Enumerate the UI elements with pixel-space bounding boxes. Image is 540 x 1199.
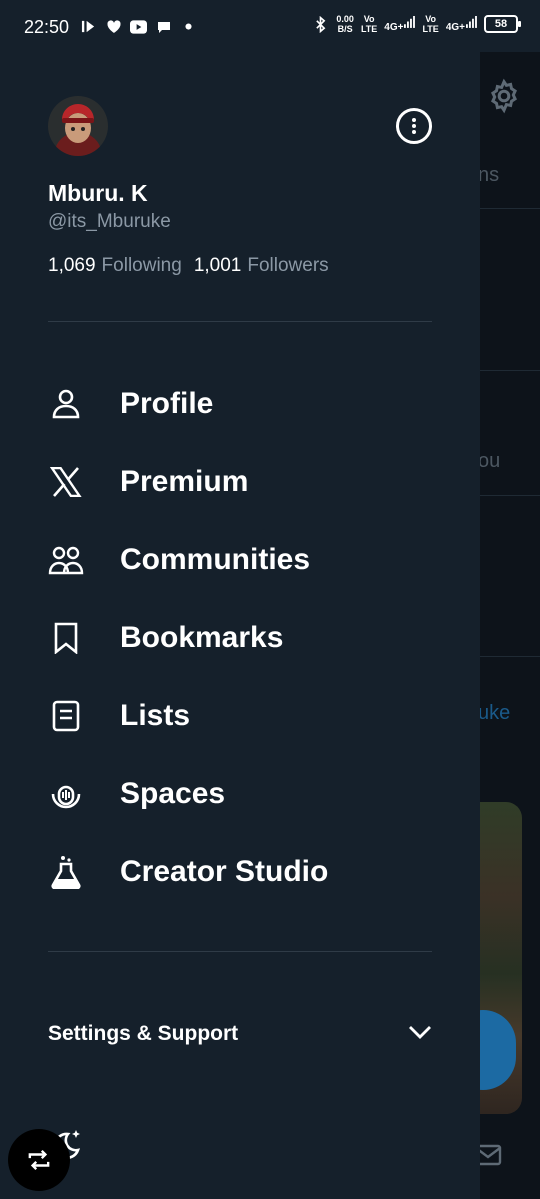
menu-label: Profile: [120, 387, 214, 420]
divider: [48, 951, 432, 952]
spaces-icon: [48, 776, 84, 812]
menu-item-communities[interactable]: Communities: [0, 521, 480, 599]
navigation-drawer: Mburu. K @its_Mburuke 1,069 Following 1,…: [0, 0, 480, 1199]
dot-icon: [180, 18, 197, 35]
list-icon: [48, 698, 84, 734]
status-bar: 22:50 0.00 B/S Vo LTE 4G+ Vo LTE 4G+ 58: [0, 0, 540, 52]
background-text: ou: [478, 450, 501, 472]
menu-item-profile[interactable]: Profile: [0, 365, 480, 443]
background-divider: [480, 208, 540, 209]
signal-icon: [404, 15, 416, 33]
media-icon: [80, 18, 97, 35]
following-label[interactable]: Following: [102, 255, 182, 277]
bookmark-icon: [48, 620, 84, 656]
bluetooth-icon: [312, 15, 329, 33]
flask-icon: [48, 854, 84, 890]
youtube-icon: [130, 18, 147, 35]
status-time: 22:50: [24, 17, 70, 37]
volte-label: Vo LTE: [422, 14, 439, 34]
menu-item-bookmarks[interactable]: Bookmarks: [0, 599, 480, 677]
menu-label: Spaces: [120, 777, 226, 810]
settings-support-toggle[interactable]: Settings & Support: [48, 1012, 432, 1056]
network-type: 4G+: [445, 22, 465, 33]
battery-indicator: 58: [484, 15, 521, 33]
heart-icon: [105, 18, 122, 35]
menu-label: Bookmarks: [120, 621, 284, 654]
menu-label: Creator Studio: [120, 855, 329, 888]
menu-item-lists[interactable]: Lists: [0, 677, 480, 755]
background-divider: [480, 656, 540, 657]
person-icon: [48, 386, 84, 422]
communities-icon: [48, 542, 84, 578]
signal-icon: [466, 15, 477, 33]
more-vertical-icon: [412, 118, 416, 134]
user-handle: @its_Mburuke: [48, 211, 171, 232]
more-options-button[interactable]: [396, 108, 432, 144]
menu-item-creator-studio[interactable]: Creator Studio: [0, 833, 480, 911]
menu-label: Premium: [120, 465, 249, 498]
network-type: 4G+: [384, 22, 404, 33]
divider: [48, 321, 432, 322]
switch-arrows-icon: [28, 1149, 50, 1171]
chevron-down-icon: [408, 1025, 432, 1044]
background-text: ns: [478, 164, 500, 186]
switch-button[interactable]: [8, 1129, 70, 1191]
followers-label[interactable]: Followers: [247, 255, 328, 277]
display-name[interactable]: Mburu. K: [48, 180, 148, 207]
menu-label: Lists: [120, 699, 191, 732]
chat-icon: [155, 18, 172, 35]
menu-label: Communities: [120, 543, 311, 576]
drawer-menu: Profile Premium Communities Bookmarks Li…: [0, 365, 480, 911]
background-settings-icon: [486, 78, 522, 114]
background-divider: [480, 370, 540, 371]
x-logo-icon: [48, 464, 84, 500]
following-count[interactable]: 1,069: [48, 255, 96, 277]
avatar[interactable]: [48, 96, 108, 156]
background-divider: [480, 495, 540, 496]
menu-item-spaces[interactable]: Spaces: [0, 755, 480, 833]
network-speed: 0.00 B/S: [336, 14, 354, 34]
followers-count[interactable]: 1,001: [194, 255, 242, 277]
menu-item-premium[interactable]: Premium: [0, 443, 480, 521]
background-text: uke: [478, 702, 511, 724]
follow-stats: 1,069 Following 1,001 Followers: [48, 255, 335, 277]
volte-label: Vo LTE: [360, 14, 378, 34]
settings-support-label: Settings & Support: [48, 1022, 239, 1045]
